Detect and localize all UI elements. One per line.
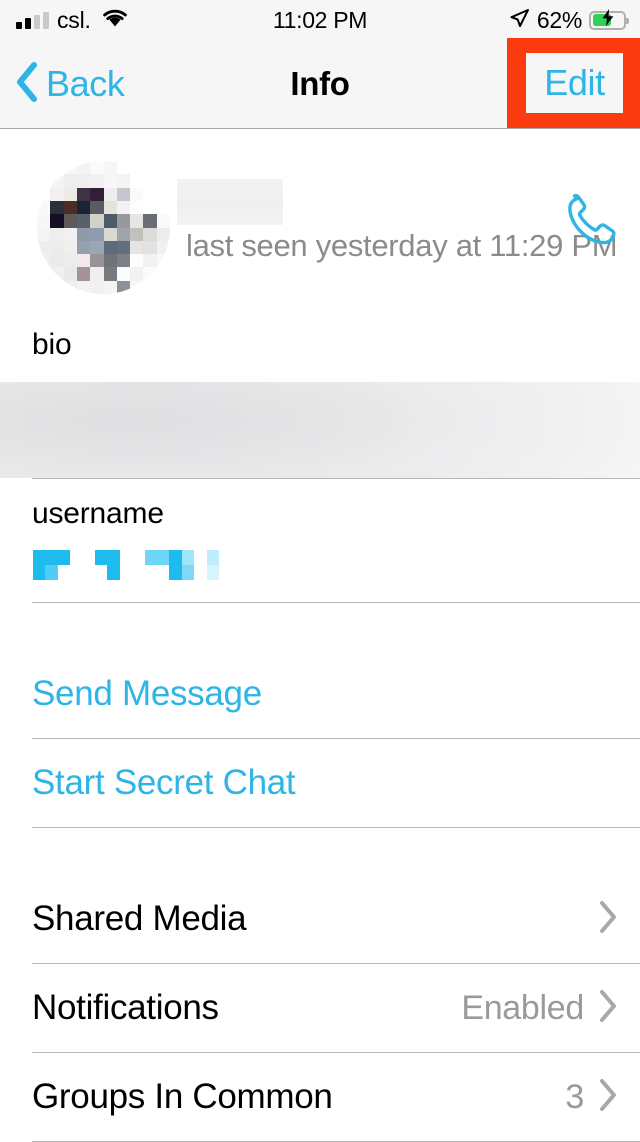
edit-button[interactable]: Edit: [526, 53, 623, 113]
bio-value-redacted: [0, 382, 640, 478]
username-label: username: [32, 497, 164, 530]
edit-button-label: Edit: [544, 62, 605, 103]
send-message-button[interactable]: Send Message: [0, 650, 640, 738]
location-arrow-icon: [508, 7, 530, 34]
chevron-right-icon: [598, 1078, 618, 1117]
groups-in-common-value: 3: [565, 1077, 584, 1116]
status-bar-right: 62%: [508, 0, 629, 40]
navigation-bar: Back Info Edit: [0, 38, 640, 129]
bio-label: bio: [32, 328, 72, 361]
avatar[interactable]: [37, 161, 170, 294]
avatar-pixelated-image: [37, 161, 170, 294]
section-gap: [0, 603, 640, 650]
username-value-redacted: [33, 550, 220, 580]
phone-icon: [558, 192, 616, 255]
status-bar: csl. 11:02 PM 62%: [0, 0, 640, 40]
username-section[interactable]: username: [0, 479, 640, 580]
battery-percent-label: 62%: [536, 6, 582, 33]
section-gap: [0, 828, 640, 875]
groups-in-common-label: Groups In Common: [32, 1077, 333, 1116]
groups-in-common-row[interactable]: Groups In Common 3: [0, 1053, 640, 1141]
bio-section[interactable]: bio: [0, 315, 640, 478]
last-seen-status: last seen yesterday at 11:29 PM: [186, 228, 618, 263]
call-button[interactable]: [556, 192, 618, 254]
profile-header: last seen yesterday at 11:29 PM: [0, 130, 640, 315]
edit-button-highlight: Edit: [507, 38, 640, 128]
notifications-label: Notifications: [32, 988, 219, 1027]
start-secret-chat-button[interactable]: Start Secret Chat: [0, 739, 640, 827]
notifications-value: Enabled: [461, 988, 584, 1027]
notifications-row[interactable]: Notifications Enabled: [0, 964, 640, 1052]
chevron-right-icon: [598, 989, 618, 1028]
send-message-label: Send Message: [32, 674, 262, 713]
battery-charging-icon: [589, 9, 629, 30]
start-secret-chat-label: Start Secret Chat: [32, 763, 296, 802]
shared-media-label: Shared Media: [32, 899, 247, 938]
info-content: last seen yesterday at 11:29 PM bio user…: [0, 130, 640, 1142]
chevron-right-icon: [598, 900, 618, 939]
shared-media-row[interactable]: Shared Media: [0, 875, 640, 963]
profile-name-redacted: [177, 179, 283, 225]
